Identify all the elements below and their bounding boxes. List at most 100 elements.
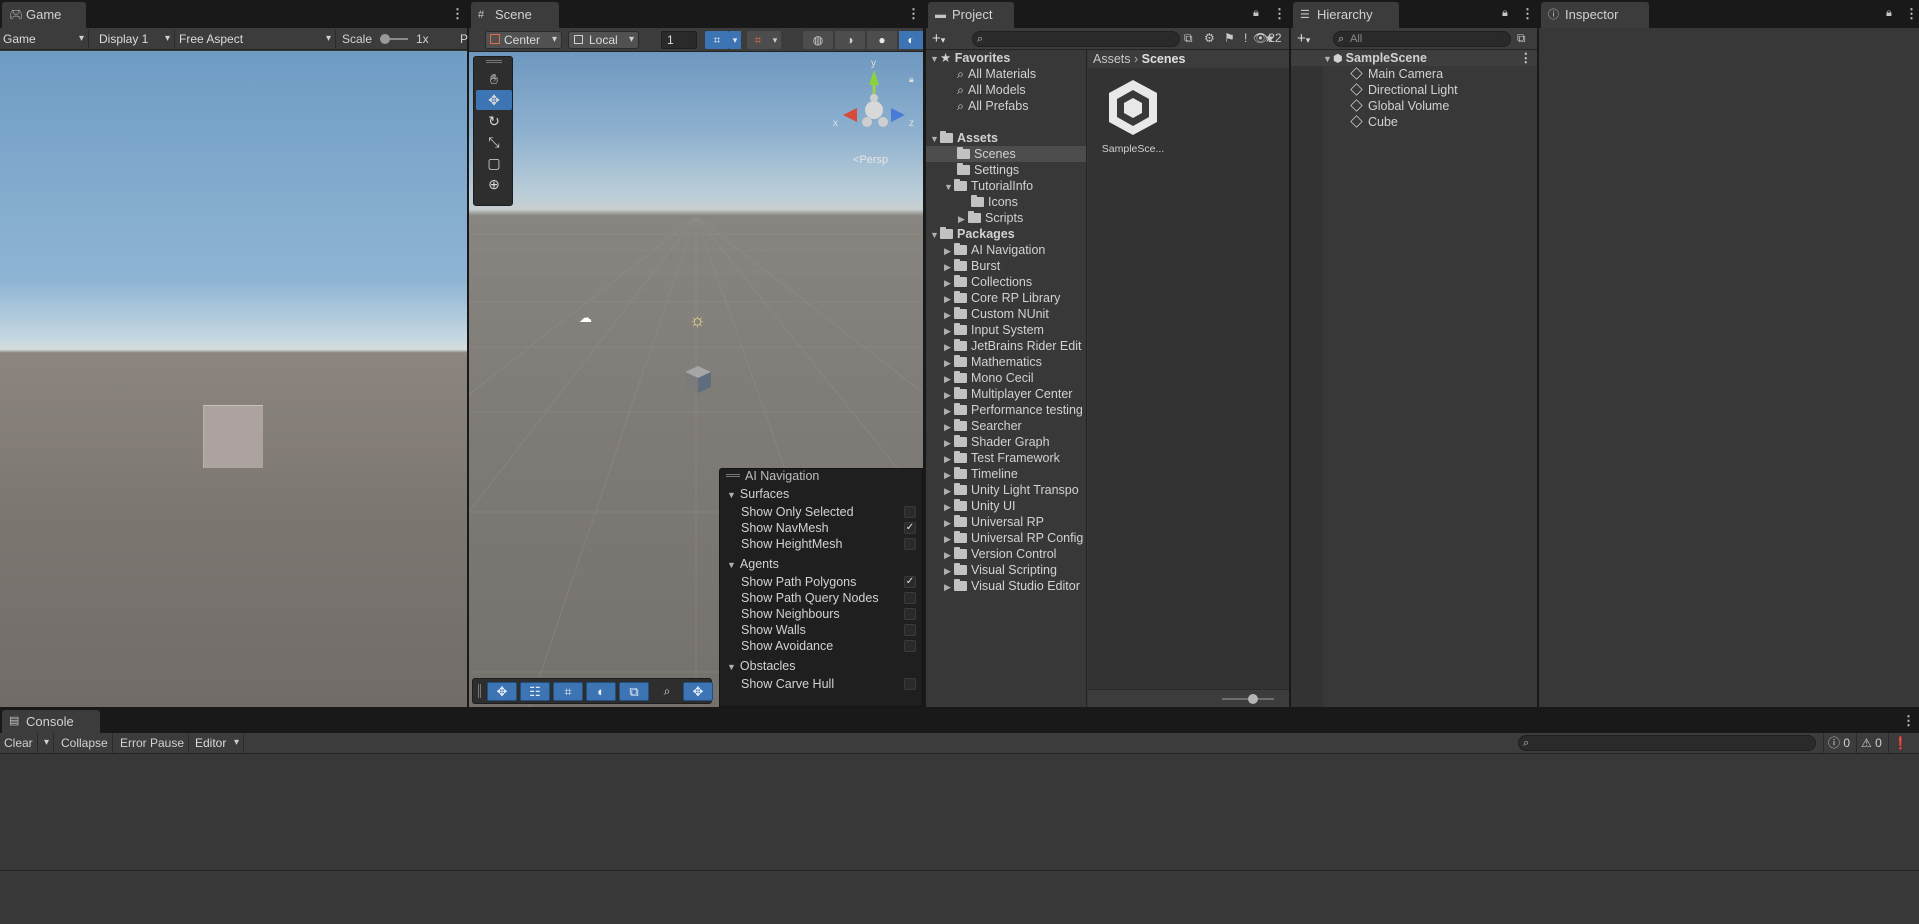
icons-row[interactable]: Icons <box>926 194 1086 210</box>
scripts-row[interactable]: ▶ Scripts <box>926 210 1086 226</box>
nav-search-icon[interactable]: ⌕ <box>653 682 681 701</box>
ai-nav-handle[interactable] <box>726 474 740 477</box>
scene-root-menu-icon[interactable]: ⋮ <box>1520 50 1533 66</box>
package-item[interactable]: ▶ AI Navigation <box>926 242 1086 258</box>
info-count-toggle[interactable]: ⓘ 0 <box>1823 733 1854 753</box>
package-expand-icon[interactable]: ▶ <box>944 323 954 339</box>
scale-tool-icon[interactable]: ⤡ <box>476 132 512 152</box>
gizmo-lock-icon[interactable]: 🔒︎ <box>909 74 914 85</box>
packages-row[interactable]: ▼ Packages <box>926 226 1086 242</box>
hidden-packages-count[interactable]: 👁︎22 <box>1253 31 1282 45</box>
tutorialinfo-row[interactable]: ▼ TutorialInfo <box>926 178 1086 194</box>
project-menu-icon[interactable]: ⋮ <box>1273 6 1286 22</box>
package-expand-icon[interactable]: ▶ <box>944 371 954 387</box>
package-item[interactable]: ▶ Shader Graph <box>926 434 1086 450</box>
grid-toggle-button[interactable]: ⌗ <box>705 31 729 49</box>
search-by-type-icon[interactable]: ⚙ <box>1204 31 1215 45</box>
package-item[interactable]: ▶ Core RP Library <box>926 290 1086 306</box>
package-expand-icon[interactable]: ▶ <box>944 339 954 355</box>
packages-expand-icon[interactable]: ▼ <box>930 227 940 243</box>
ai-nav-option[interactable]: Show Only Selected <box>741 504 922 520</box>
scale-slider-handle[interactable] <box>380 34 390 44</box>
inspector-lock-icon[interactable]: 🔒︎ <box>1886 7 1892 20</box>
grid-snap-input[interactable]: 1 <box>661 31 697 49</box>
ai-nav-option[interactable]: Show Walls <box>741 622 922 638</box>
warning-count-toggle[interactable]: ⚠ 0 <box>1856 733 1886 753</box>
nav-mesh-icon[interactable]: ⧉ <box>619 682 649 701</box>
checkbox-checked[interactable]: ✓ <box>904 576 916 588</box>
console-detail-area[interactable] <box>0 872 1919 924</box>
grid-dropdown-arrow[interactable]: ▾ <box>729 31 741 49</box>
tab-hierarchy[interactable]: ☰ Hierarchy <box>1293 2 1399 28</box>
package-item[interactable]: ▶ Collections <box>926 274 1086 290</box>
checkbox-checked[interactable]: ✓ <box>904 522 916 534</box>
scene-view-globe-icon[interactable]: ◍ <box>803 31 833 49</box>
package-expand-icon[interactable]: ▶ <box>944 419 954 435</box>
shaded-icon[interactable]: ● <box>867 31 897 49</box>
project-add-button[interactable]: +▾ <box>932 30 945 47</box>
icon-size-slider[interactable] <box>1222 694 1274 704</box>
scene-root-row[interactable]: ▼⬢ SampleScene ⋮ <box>1291 50 1537 66</box>
ai-nav-option[interactable]: Show NavMesh ✓ <box>741 520 922 536</box>
package-item[interactable]: ▶ Input System <box>926 322 1086 338</box>
orientation-gizmo[interactable]: y x z 🔒︎ <Persp <box>829 58 919 166</box>
hierarchy-object[interactable]: Global Volume <box>1291 98 1537 114</box>
collapse-button[interactable]: Collapse <box>57 733 113 753</box>
favorite-item[interactable]: ⌕ All Prefabs <box>926 98 1086 114</box>
tab-inspector[interactable]: ⓘ Inspector <box>1541 2 1649 28</box>
package-expand-icon[interactable]: ▶ <box>944 547 954 563</box>
assets-row[interactable]: ▼ Assets <box>926 130 1086 146</box>
nav-lighting-icon[interactable]: ◐ <box>586 682 616 701</box>
package-item[interactable]: ▶ Searcher <box>926 418 1086 434</box>
checkbox[interactable] <box>904 592 916 604</box>
favorite-item[interactable]: ⌕ All Models <box>926 82 1086 98</box>
lighting-icon[interactable]: ◐ <box>899 31 923 49</box>
package-expand-icon[interactable]: ▶ <box>944 515 954 531</box>
package-item[interactable]: ▶ Universal RP <box>926 514 1086 530</box>
persp-label[interactable]: <Persp <box>853 154 888 166</box>
ai-nav-option[interactable]: Show Carve Hull <box>741 676 922 692</box>
package-item[interactable]: ▶ Unity UI <box>926 498 1086 514</box>
package-item[interactable]: ▶ Visual Studio Editor <box>926 578 1086 594</box>
favorites-row[interactable]: ▼★ Favorites <box>926 50 1086 66</box>
package-expand-icon[interactable]: ▶ <box>944 403 954 419</box>
package-item[interactable]: ▶ Custom NUnit <box>926 306 1086 322</box>
ai-nav-section-header[interactable]: ▼ Obstacles <box>727 657 796 675</box>
checkbox[interactable] <box>904 538 916 550</box>
section-expand-icon[interactable]: ▼ <box>727 560 736 570</box>
game-toolbar-overflow[interactable]: P <box>460 32 468 46</box>
hand-tool-icon[interactable]: ✋︎ <box>476 69 512 89</box>
ai-nav-option[interactable]: Show Path Polygons ✓ <box>741 574 922 590</box>
package-item[interactable]: ▶ Universal RP Config <box>926 530 1086 546</box>
tutorialinfo-expand-icon[interactable]: ▼ <box>944 179 954 195</box>
tab-game[interactable]: 🎮︎ Game <box>2 2 86 28</box>
package-item[interactable]: ▶ Visual Scripting <box>926 562 1086 578</box>
package-expand-icon[interactable]: ▶ <box>944 307 954 323</box>
game-viewport[interactable] <box>0 51 467 707</box>
project-lock-icon[interactable]: 🔒︎ <box>1253 7 1259 20</box>
nav-agent-move-icon[interactable]: ✥ <box>487 682 517 701</box>
console-log-area[interactable] <box>0 755 1919 871</box>
snap-dropdown-arrow[interactable]: ▾ <box>769 31 781 49</box>
hierarchy-add-button[interactable]: +▾ <box>1297 30 1310 47</box>
inspector-menu-icon[interactable]: ⋮ <box>1905 6 1918 22</box>
ai-nav-section-header[interactable]: ▼ Surfaces <box>727 485 789 503</box>
hierarchy-menu-icon[interactable]: ⋮ <box>1521 6 1534 22</box>
hierarchy-object[interactable]: Directional Light <box>1291 82 1537 98</box>
package-item[interactable]: ▶ Test Framework <box>926 450 1086 466</box>
tools-drag-handle[interactable] <box>486 60 502 63</box>
section-expand-icon[interactable]: ▼ <box>727 662 736 672</box>
space-dropdown[interactable]: Local <box>568 31 639 49</box>
checkbox[interactable] <box>904 678 916 690</box>
package-expand-icon[interactable]: ▶ <box>944 531 954 547</box>
package-expand-icon[interactable]: ▶ <box>944 435 954 451</box>
error-count-toggle[interactable]: ❗ 0 <box>1888 733 1919 770</box>
package-expand-icon[interactable]: ▶ <box>944 451 954 467</box>
hierarchy-search-options-icon[interactable]: ⧉ <box>1517 31 1526 46</box>
package-expand-icon[interactable]: ▶ <box>944 499 954 515</box>
error-pause-button[interactable]: Error Pause <box>116 733 190 753</box>
snap-button[interactable]: ⌗ <box>747 31 769 49</box>
assets-expand-icon[interactable]: ▼ <box>930 131 940 147</box>
display-dropdown[interactable]: Display 1 <box>96 30 175 48</box>
scene-expand-icon[interactable]: ▼ <box>1323 51 1333 67</box>
